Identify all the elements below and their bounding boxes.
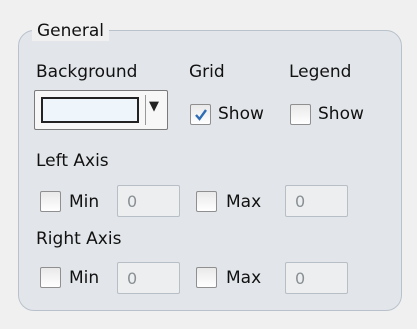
chevron-down-icon[interactable]: ▼	[149, 99, 159, 114]
left-axis-max-label: Max	[226, 192, 262, 212]
right-axis-label: Right Axis	[36, 229, 122, 249]
right-axis-min-label: Min	[69, 268, 100, 288]
general-group-title: General	[32, 21, 109, 41]
right-axis-min-checkbox[interactable]	[40, 267, 61, 288]
background-color-dropdown[interactable]: ▼	[34, 90, 168, 130]
right-axis-min-input[interactable]: 0	[117, 262, 180, 294]
grid-show-label: Show	[218, 104, 264, 124]
legend-label: Legend	[289, 62, 352, 82]
dropdown-separator	[145, 95, 146, 125]
left-axis-min-label: Min	[69, 192, 100, 212]
grid-show-checkbox[interactable]	[190, 104, 211, 125]
left-axis-min-checkbox[interactable]	[40, 191, 61, 212]
right-axis-max-label: Max	[226, 268, 262, 288]
checkmark-icon	[195, 109, 207, 121]
background-color-swatch	[41, 97, 139, 123]
left-axis-max-checkbox[interactable]	[196, 191, 217, 212]
left-axis-max-input[interactable]: 0	[285, 185, 348, 217]
left-axis-label: Left Axis	[36, 151, 109, 171]
legend-show-label: Show	[318, 104, 364, 124]
right-axis-max-checkbox[interactable]	[196, 267, 217, 288]
right-axis-max-input[interactable]: 0	[285, 262, 348, 294]
left-axis-min-input[interactable]: 0	[117, 185, 180, 217]
background-label: Background	[36, 62, 138, 82]
legend-show-checkbox[interactable]	[290, 104, 311, 125]
grid-label: Grid	[189, 62, 225, 82]
